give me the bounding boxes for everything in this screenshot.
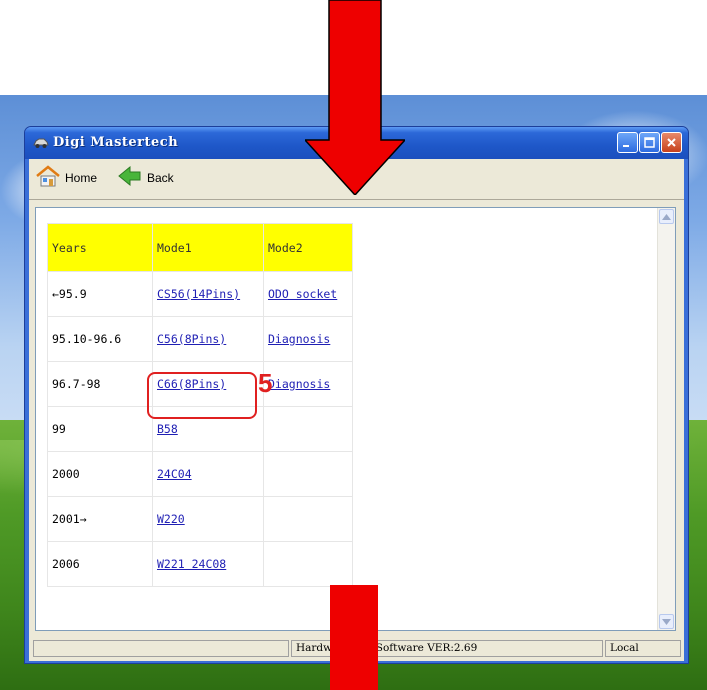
table-header-row: Years Mode1 Mode2 — [47, 223, 353, 272]
mode2-link[interactable]: Diagnosis — [268, 332, 330, 346]
cell-years: 96.7-98 — [47, 361, 153, 407]
home-icon — [35, 164, 61, 192]
close-button[interactable] — [661, 132, 682, 153]
vertical-scrollbar[interactable] — [657, 208, 675, 630]
step-number: 5 — [258, 368, 273, 398]
status-pane-mode: Local — [605, 640, 681, 657]
mode2-link[interactable]: ODO socket — [268, 287, 337, 301]
cell-years: ←95.9 — [47, 271, 153, 317]
header-mode2: Mode2 — [263, 223, 353, 272]
mode1-link[interactable]: W221 24C08 — [157, 557, 226, 571]
down-arrow-annotation-bottom — [330, 585, 378, 690]
maximize-button[interactable] — [639, 132, 660, 153]
back-label: Back — [147, 171, 174, 185]
content-pane: Years Mode1 Mode2 ←95.9 CS56(14Pins) ODO… — [35, 207, 676, 631]
cell-years: 2001→ — [47, 496, 153, 542]
cell-years: 99 — [47, 406, 153, 452]
home-button[interactable]: Home — [35, 165, 97, 191]
back-arrow-icon — [117, 165, 143, 191]
cell-years: 95.10-96.6 — [47, 316, 153, 362]
mode1-link[interactable]: 24C04 — [157, 467, 192, 481]
table-row: 2000 24C04 — [47, 451, 353, 497]
toolbar-divider — [29, 199, 684, 200]
minimize-button[interactable] — [617, 132, 638, 153]
car-icon — [33, 135, 49, 149]
scroll-up-button[interactable] — [659, 209, 674, 224]
table-row: 95.10-96.6 C56(8Pins) Diagnosis — [47, 316, 353, 362]
mode1-link[interactable]: CS56(14Pins) — [157, 287, 240, 301]
mode1-link[interactable]: B58 — [157, 422, 178, 436]
home-label: Home — [65, 171, 98, 185]
mode2-link[interactable]: Diagnosis — [268, 377, 330, 391]
cell-mode2 — [263, 406, 353, 452]
scroll-down-button[interactable] — [659, 614, 674, 629]
highlight-box — [147, 372, 257, 419]
mode1-link[interactable]: C56(8Pins) — [157, 332, 226, 346]
mode1-link[interactable]: W220 — [157, 512, 185, 526]
down-arrow-annotation — [305, 0, 405, 195]
table-row: 2006 W221 24C08 — [47, 541, 353, 587]
back-button[interactable]: Back — [117, 165, 174, 191]
cell-mode2 — [263, 496, 353, 542]
cell-mode2 — [263, 541, 353, 587]
window-title: Digi Mastertech — [53, 135, 179, 150]
status-pane-left — [33, 640, 289, 657]
cell-years: 2006 — [47, 541, 153, 587]
table-row: ←95.9 CS56(14Pins) ODO socket — [47, 271, 353, 317]
header-mode1: Mode1 — [152, 223, 264, 272]
header-years: Years — [47, 223, 153, 272]
cell-mode2 — [263, 451, 353, 497]
cell-years: 2000 — [47, 451, 153, 497]
table-row: 2001→ W220 — [47, 496, 353, 542]
app-window: Digi Mastertech Home Back Years Mode1 Mo… — [24, 126, 689, 664]
